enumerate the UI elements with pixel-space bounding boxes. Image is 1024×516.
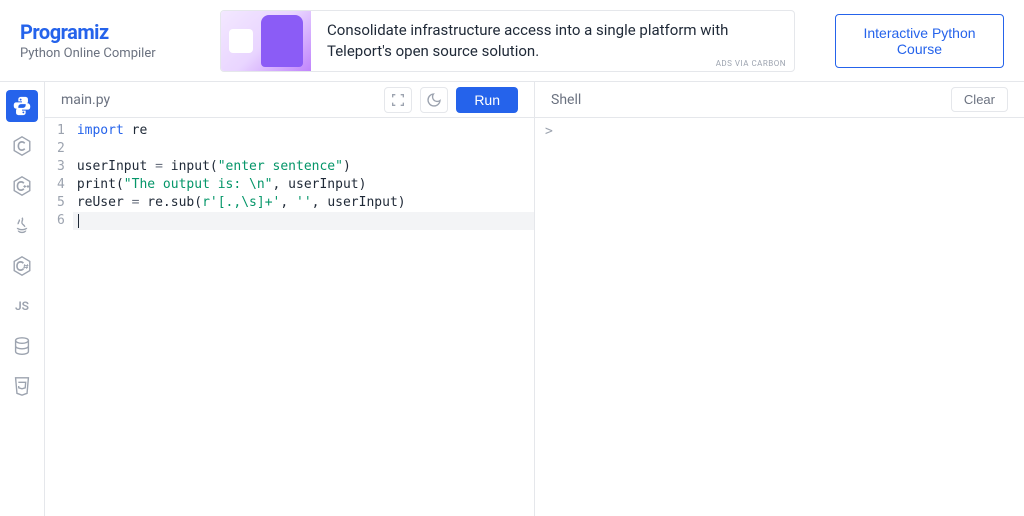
shell-title: Shell: [551, 92, 581, 108]
code-line[interactable]: reUser = re.sub(r'[.,\s]+', '', userInpu…: [73, 194, 534, 212]
sidebar-cpp-icon[interactable]: [6, 170, 38, 202]
brand-block[interactable]: Programiz Python Online Compiler: [20, 20, 180, 61]
ad-credit: ADS VIA CARBON: [716, 59, 786, 68]
brand-name: Programiz: [20, 20, 180, 44]
sidebar-js-icon[interactable]: JS: [6, 290, 38, 322]
sidebar-csharp-icon[interactable]: [6, 250, 38, 282]
line-number: 3: [57, 158, 65, 176]
line-number: 2: [57, 140, 65, 158]
sidebar-java-icon[interactable]: [6, 210, 38, 242]
fullscreen-icon: [390, 92, 406, 108]
run-button[interactable]: Run: [456, 87, 518, 113]
top-header: Programiz Python Online Compiler Consoli…: [0, 0, 1024, 82]
theme-button[interactable]: [420, 87, 448, 113]
code-line[interactable]: [73, 212, 534, 230]
line-number: 6: [57, 212, 65, 230]
line-number: 4: [57, 176, 65, 194]
shell-prompt: >: [545, 124, 553, 139]
code-lines[interactable]: import re userInput = input("enter senten…: [73, 118, 534, 516]
sidebar-c-icon[interactable]: [6, 130, 38, 162]
language-sidebar: JS: [0, 82, 45, 516]
line-number: 1: [57, 122, 65, 140]
editor-header: main.py Run: [45, 82, 534, 118]
line-gutter: 123456: [45, 118, 73, 516]
code-line[interactable]: userInput = input("enter sentence"): [73, 158, 534, 176]
sidebar-python-icon[interactable]: [6, 90, 38, 122]
moon-icon: [426, 92, 442, 108]
sidebar-html-icon[interactable]: [6, 370, 38, 402]
shell-header: Shell Clear: [535, 82, 1024, 118]
code-line[interactable]: [73, 140, 534, 158]
ad-image: [221, 11, 311, 71]
fullscreen-button[interactable]: [384, 87, 412, 113]
editor-panel: main.py Run 123456 import re userInput = …: [45, 82, 535, 516]
ad-banner[interactable]: Consolidate infrastructure access into a…: [220, 10, 795, 72]
line-number: 5: [57, 194, 65, 212]
course-button[interactable]: Interactive Python Course: [835, 14, 1004, 68]
sidebar-sql-icon[interactable]: [6, 330, 38, 362]
shell-output[interactable]: >: [535, 118, 1024, 516]
main-area: JS main.py Run 123456 import re userInput…: [0, 82, 1024, 516]
code-editor[interactable]: 123456 import re userInput = input("enter…: [45, 118, 534, 516]
code-line[interactable]: print("The output is: \n", userInput): [73, 176, 534, 194]
filename-label: main.py: [61, 92, 110, 108]
clear-button[interactable]: Clear: [951, 87, 1008, 112]
editor-controls: Run: [384, 87, 518, 113]
brand-subtitle: Python Online Compiler: [20, 46, 180, 61]
shell-panel: Shell Clear >: [535, 82, 1024, 516]
code-line[interactable]: import re: [73, 122, 534, 140]
